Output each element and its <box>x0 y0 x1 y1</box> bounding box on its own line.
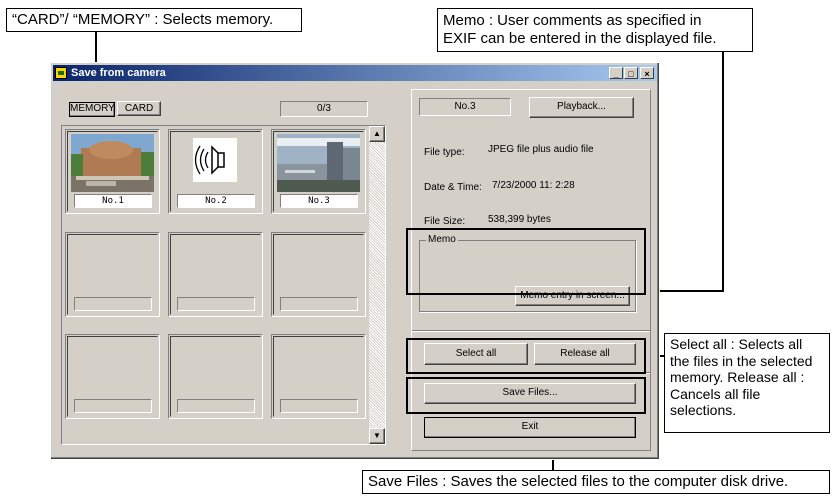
thumbnail-label <box>74 399 152 413</box>
highlight-select-release <box>406 338 646 374</box>
thumbnail-label <box>177 399 255 413</box>
thumbnail-label: No.2 <box>177 194 255 208</box>
callout-card-memory: “CARD”/ “MEMORY” : Selects memory. <box>6 8 302 32</box>
thumbnail-cell[interactable] <box>65 334 160 419</box>
vertical-scrollbar[interactable]: ▲ ▼ <box>369 126 385 444</box>
playback-button[interactable]: Playback... <box>529 97 634 118</box>
maximize-button[interactable]: □ <box>624 67 638 79</box>
thumbnail-cell[interactable] <box>168 334 263 419</box>
speaker-icon <box>193 138 237 182</box>
callout-select-all: Select all : Selects all the files in th… <box>664 333 830 433</box>
callout-memo: Memo : User comments as specified in EXI… <box>437 8 753 52</box>
datetime-label: Date & Time: <box>424 182 482 193</box>
photo-thumbnail-building <box>277 134 360 192</box>
file-number-display: No.3 <box>419 98 511 116</box>
thumbnail-label: No.1 <box>74 194 152 208</box>
camera-app-icon <box>55 67 67 79</box>
thumbnail-cell[interactable] <box>271 334 366 419</box>
memory-tab-button[interactable]: MEMORY <box>69 102 115 117</box>
thumbnail-label <box>280 399 358 413</box>
card-tab-button[interactable]: CARD <box>117 101 161 116</box>
thumbnail-label <box>177 297 255 311</box>
scroll-up-arrow-icon[interactable]: ▲ <box>369 126 385 142</box>
leader-line-memo-v <box>722 52 724 292</box>
file-type-label: File type: <box>424 147 465 158</box>
thumbnail-cell[interactable] <box>271 232 366 317</box>
file-counter: 0/3 <box>280 101 368 117</box>
file-size-value: 538,399 bytes <box>488 214 551 225</box>
datetime-value: 7/23/2000 11: 2:28 <box>492 180 575 191</box>
separator <box>412 330 650 332</box>
callout-memo-line2: EXIF can be entered in the displayed fil… <box>443 30 717 47</box>
thumbnail-label <box>280 297 358 311</box>
close-button[interactable]: × <box>640 67 654 79</box>
thumbnail-cell[interactable] <box>168 232 263 317</box>
minimize-button[interactable]: _ <box>609 67 623 79</box>
thumbnail-label <box>74 297 152 311</box>
thumbnail-label: No.3 <box>280 194 358 208</box>
file-type-value: JPEG file plus audio file <box>488 144 594 155</box>
exit-button[interactable]: Exit <box>424 417 636 438</box>
thumbnail-grid: No.1 No.2 No.3 ▲ ▼ <box>61 125 386 445</box>
thumbnail-cell[interactable]: No.2 <box>168 129 263 214</box>
thumbnail-cell[interactable] <box>65 232 160 317</box>
callout-save-files: Save Files : Saves the selected files to… <box>362 470 830 494</box>
thumbnail-cell[interactable]: No.1 <box>65 129 160 214</box>
file-size-label: File Size: <box>424 216 466 227</box>
window-title: Save from camera <box>71 67 166 79</box>
highlight-save-files <box>406 377 646 414</box>
highlight-memo <box>406 228 646 295</box>
callout-memo-line1: Memo : User comments as specified in <box>443 12 702 29</box>
thumbnail-cell[interactable]: No.3 <box>271 129 366 214</box>
title-bar[interactable]: Save from camera _ □ × <box>53 65 657 81</box>
photo-thumbnail-hall <box>71 134 154 192</box>
scroll-down-arrow-icon[interactable]: ▼ <box>369 428 385 444</box>
